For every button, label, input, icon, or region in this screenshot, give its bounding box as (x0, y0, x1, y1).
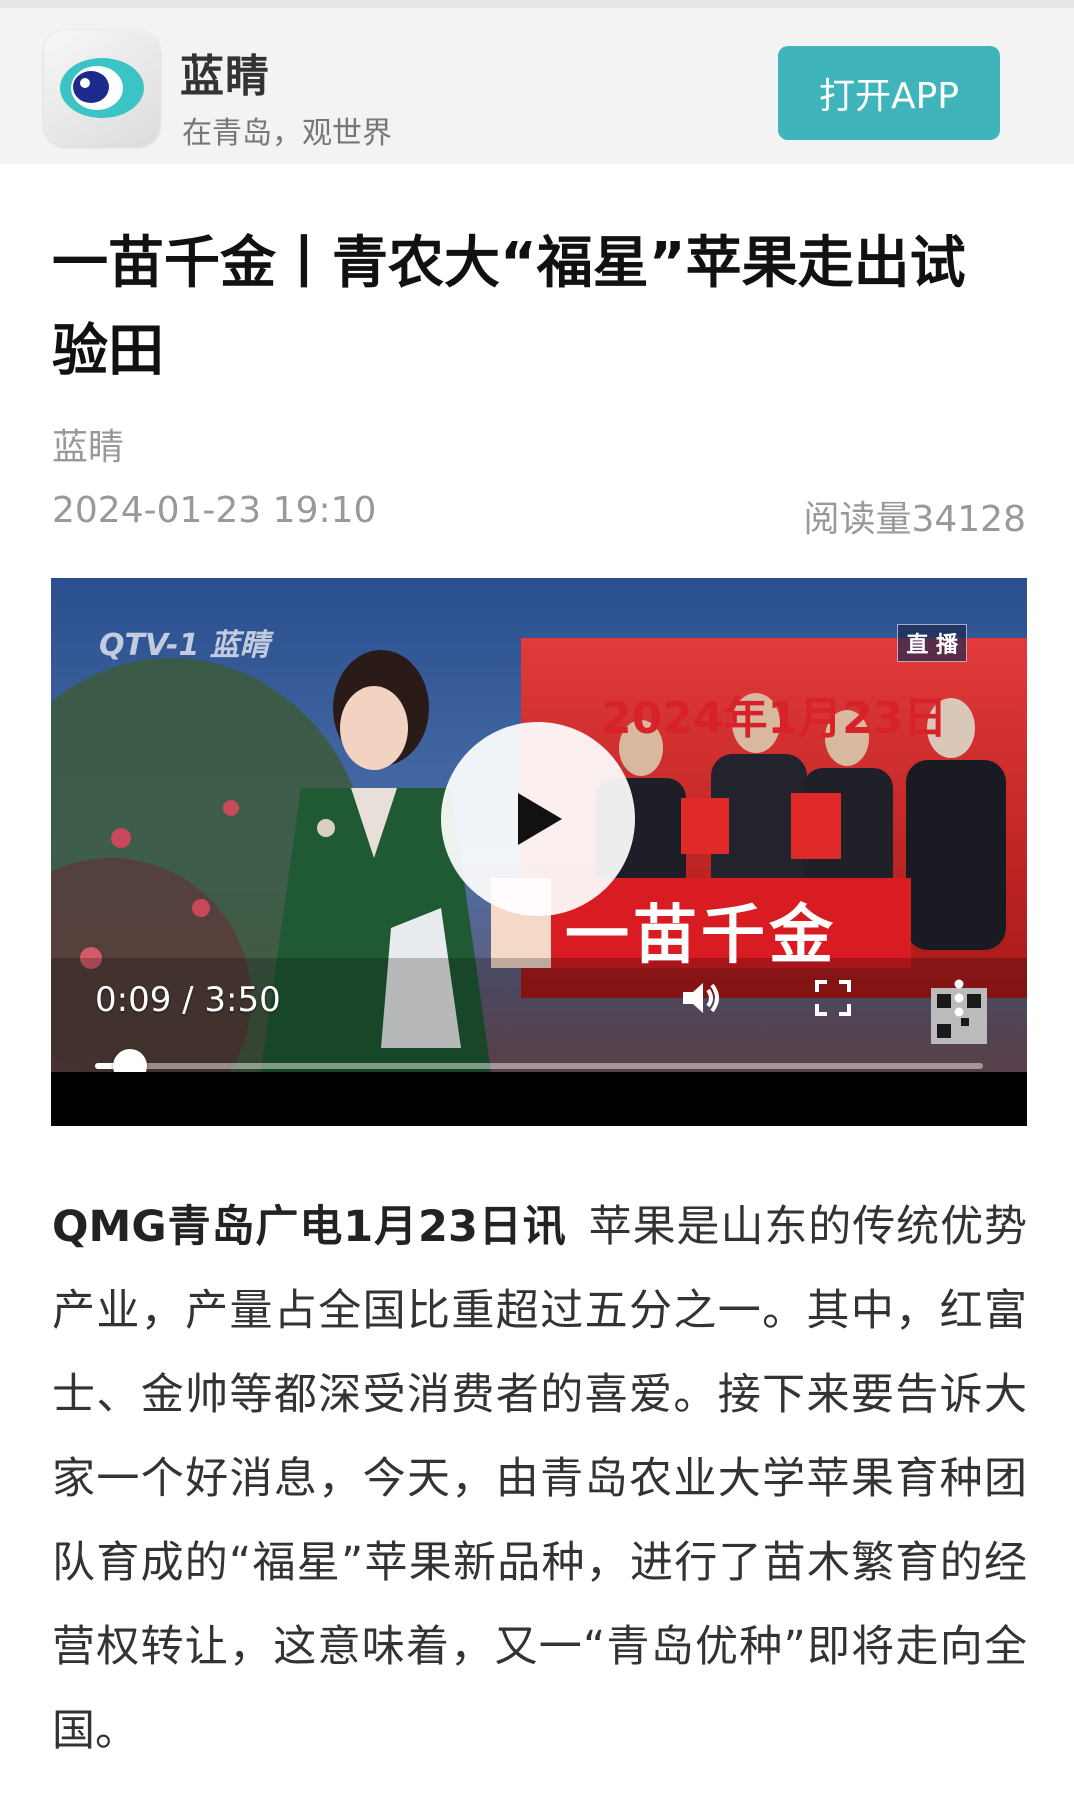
app-download-banner: 蓝睛 在青岛，观世界 打开APP (0, 0, 1074, 164)
news-ticker-strip (51, 1072, 1027, 1126)
play-button[interactable] (441, 722, 635, 916)
article-body: QMG青岛广电1月23日讯 苹果是山东的传统优势产业，产量占全国比重超过五分之一。… (52, 1185, 1027, 1773)
volume-icon[interactable] (677, 974, 725, 1022)
open-app-button[interactable]: 打开APP (778, 46, 1000, 140)
article-source[interactable]: 蓝睛 (52, 418, 124, 470)
video-player[interactable]: QTV-1 蓝睛 直 播 2024年1月23日 一苗千金 0:09 / 3:50 (51, 578, 1027, 1126)
live-badge: 直 播 (897, 624, 967, 662)
read-count: 阅读量34128 (803, 499, 1026, 540)
article-title: 一苗千金丨青农大“福星”苹果走出试验田 (52, 231, 966, 384)
app-name: 蓝睛 (180, 51, 270, 102)
video-headline: 一苗千金 (565, 899, 837, 973)
app-slogan: 在青岛，观世界 (182, 116, 392, 151)
article-lead: QMG青岛广电1月23日讯 (52, 1202, 567, 1252)
article-paragraph: 苹果是山东的传统优势产业，产量占全国比重超过五分之一。其中，红富士、金帅等都深受… (52, 1202, 1028, 1756)
more-icon[interactable] (935, 974, 983, 1022)
app-logo-icon (44, 30, 160, 146)
channel-logo: QTV-1 蓝睛 (99, 628, 270, 663)
video-banner-date: 2024年1月23日 (601, 693, 948, 744)
play-icon (518, 793, 562, 845)
fullscreen-icon[interactable] (809, 974, 857, 1022)
article-date: 2024-01-23 19:10 (52, 490, 377, 531)
time-readout: 0:09 / 3:50 (95, 980, 281, 1020)
video-progress-bar[interactable] (95, 1049, 983, 1083)
